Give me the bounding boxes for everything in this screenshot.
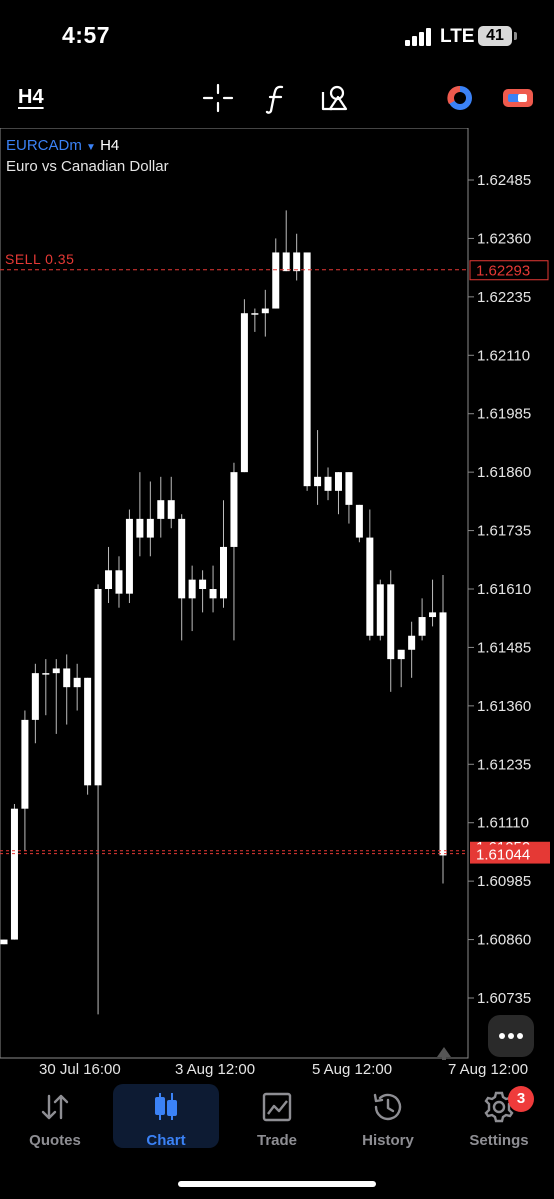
y-tick-label: 1.62360 bbox=[477, 230, 531, 247]
notification-badge: 3 bbox=[508, 1086, 534, 1112]
candle bbox=[303, 252, 311, 491]
one-click-trading-icon[interactable] bbox=[445, 85, 475, 111]
y-tick-label: 1.61360 bbox=[477, 698, 531, 715]
chart-timeframe: H4 bbox=[100, 137, 120, 154]
nav-label: Settings bbox=[469, 1132, 529, 1149]
y-tick-label: 1.61860 bbox=[477, 464, 531, 481]
y-tick-label: 1.62235 bbox=[477, 289, 531, 306]
dropdown-triangle-icon: ▼ bbox=[86, 142, 96, 153]
sell-price-label: 1.62293 bbox=[476, 263, 530, 280]
nav-quotes[interactable]: Quotes bbox=[2, 1084, 108, 1149]
y-tick-label: 1.62485 bbox=[477, 172, 531, 189]
y-tick-label: 1.61110 bbox=[477, 815, 529, 832]
nav-label: Quotes bbox=[29, 1132, 81, 1149]
bid-price-tag: 1.61044 bbox=[470, 844, 550, 864]
candle bbox=[376, 579, 384, 641]
candle bbox=[439, 574, 447, 884]
objects-icon[interactable] bbox=[318, 82, 352, 114]
candles-icon bbox=[155, 1093, 177, 1120]
y-tick-label: 1.61985 bbox=[477, 406, 531, 423]
status-time: 4:57 bbox=[62, 22, 111, 48]
y-tick-label: 1.61235 bbox=[477, 756, 531, 773]
trade-levels-icon[interactable] bbox=[502, 87, 534, 109]
candle bbox=[10, 804, 18, 940]
symbol-name: EURCADm bbox=[6, 137, 82, 154]
nav-label: Chart bbox=[146, 1132, 186, 1149]
y-tick-label: 1.62110 bbox=[477, 347, 530, 364]
candle bbox=[125, 509, 133, 604]
nav-label: History bbox=[362, 1132, 414, 1149]
x-tick-label: 3 Aug 12:00 bbox=[175, 1061, 256, 1078]
symbol-selector[interactable]: EURCADm ▼ H4 bbox=[6, 137, 119, 154]
sell-price-tag: 1.62293 bbox=[469, 260, 549, 281]
signal-icon bbox=[405, 28, 431, 46]
candle bbox=[355, 504, 363, 543]
battery-icon: 41 bbox=[478, 26, 512, 46]
y-tick-label: 1.61485 bbox=[477, 639, 531, 656]
y-tick-label: 1.61735 bbox=[477, 523, 531, 540]
nav-settings[interactable]: Settings bbox=[446, 1084, 552, 1149]
nav-trade[interactable]: Trade bbox=[224, 1084, 330, 1149]
price-chart[interactable]: 1.622931.610501.61044 1.624851.623601.62… bbox=[0, 128, 554, 1060]
y-tick-label: 1.60985 bbox=[477, 873, 531, 890]
nav-history[interactable]: History bbox=[335, 1084, 441, 1149]
symbol-description: Euro vs Canadian Dollar bbox=[6, 158, 169, 175]
x-tick-label: 7 Aug 12:00 bbox=[448, 1061, 529, 1078]
scroll-end-arrow-icon[interactable] bbox=[436, 1046, 452, 1060]
ellipsis-icon bbox=[499, 1033, 523, 1039]
home-indicator bbox=[178, 1181, 376, 1187]
x-tick-label: 30 Jul 16:00 bbox=[39, 1061, 121, 1078]
y-tick-label: 1.60735 bbox=[477, 990, 531, 1007]
nav-chart[interactable]: Chart bbox=[113, 1084, 219, 1149]
crosshair-icon[interactable] bbox=[201, 82, 235, 114]
sort-arrows-icon bbox=[41, 1094, 69, 1120]
network-label: LTE bbox=[440, 26, 475, 47]
history-clock-icon bbox=[373, 1093, 402, 1121]
more-button[interactable] bbox=[488, 1015, 534, 1057]
indicators-icon[interactable] bbox=[260, 82, 294, 114]
timeframe-button[interactable]: H4 bbox=[18, 86, 44, 109]
sell-position-label[interactable]: SELL 0.35 bbox=[5, 251, 74, 267]
candle bbox=[0, 939, 8, 945]
candle bbox=[84, 677, 92, 795]
y-axis: 1.62485 1.62360 1.62235 1.62110 1.61985 1.618… bbox=[468, 172, 531, 1007]
trend-chart-icon bbox=[262, 1092, 292, 1122]
nav-label: Trade bbox=[256, 1132, 298, 1149]
x-tick-label: 5 Aug 12:00 bbox=[312, 1061, 393, 1078]
battery-tip bbox=[514, 32, 517, 40]
candle bbox=[240, 299, 248, 473]
bid-price-label: 1.61044 bbox=[476, 847, 530, 864]
y-tick-label: 1.60860 bbox=[477, 932, 531, 949]
y-tick-label: 1.61610 bbox=[477, 581, 531, 598]
